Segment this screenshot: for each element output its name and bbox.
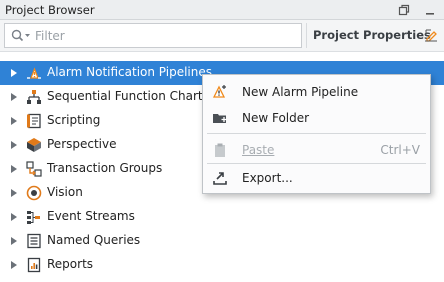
expand-chevron-icon[interactable] (10, 212, 18, 222)
tree-item-label: Transaction Groups (47, 161, 163, 175)
sfc-icon (27, 90, 41, 104)
tree-item-label: Event Streams (47, 209, 135, 223)
transaction-groups-icon (26, 161, 42, 177)
menu-item-shortcut: Ctrl+V (380, 143, 420, 157)
scripting-icon (27, 113, 41, 129)
reports-icon (27, 257, 41, 273)
menu-item-label: New Folder (242, 111, 310, 125)
tree-item-event-streams[interactable]: Event Streams (0, 205, 444, 229)
tree-item-named-queries[interactable]: Named Queries (0, 229, 444, 253)
search-icon[interactable] (11, 29, 31, 43)
tree-item-label: Named Queries (47, 233, 141, 247)
event-streams-icon (27, 211, 40, 224)
menu-separator (207, 163, 426, 164)
project-properties-label: Project Properties (313, 28, 431, 42)
vision-icon (26, 185, 42, 201)
expand-chevron-icon[interactable] (10, 260, 18, 270)
filter-box (4, 23, 302, 48)
perspective-icon (27, 138, 41, 152)
context-menu: New Alarm Pipeline New Folder Paste Ctrl… (202, 74, 431, 194)
restore-icon[interactable] (397, 3, 411, 17)
filter-bar: Project Properties (0, 20, 444, 52)
tree-item-label: Reports (47, 257, 94, 271)
expand-chevron-icon[interactable] (10, 164, 18, 174)
tree-item-label: Alarm Notification Pipelines (47, 65, 213, 79)
paste-icon (215, 143, 225, 157)
expand-chevron-icon[interactable] (10, 116, 18, 126)
menu-item-new-folder[interactable]: New Folder (203, 105, 430, 131)
named-queries-icon (27, 233, 41, 249)
menu-item-new-alarm-pipeline[interactable]: New Alarm Pipeline (203, 79, 430, 105)
new-folder-icon (213, 114, 227, 123)
expand-chevron-icon[interactable] (10, 68, 18, 78)
tree-item-label: Scripting (47, 113, 101, 127)
minimize-icon[interactable] (423, 3, 437, 17)
alarm-pipeline-icon (27, 67, 41, 79)
project-properties-button[interactable]: Project Properties (306, 23, 440, 48)
expand-chevron-icon[interactable] (10, 140, 18, 150)
tree-item-label: Sequential Function Charts (47, 89, 209, 103)
menu-separator (207, 133, 426, 134)
menu-item-export[interactable]: Export... (203, 165, 430, 191)
menu-item-paste[interactable]: Paste Ctrl+V (203, 137, 430, 163)
tree-item-label: Vision (47, 185, 83, 199)
panel-title-bar: Project Browser (0, 0, 444, 20)
menu-item-label: Export... (242, 171, 293, 185)
menu-item-label: Paste (242, 143, 275, 157)
properties-edit-icon (425, 29, 437, 42)
expand-chevron-icon[interactable] (10, 236, 18, 246)
expand-chevron-icon[interactable] (10, 188, 18, 198)
export-icon (213, 172, 227, 185)
expand-chevron-icon[interactable] (10, 92, 18, 102)
new-pipeline-icon (212, 85, 226, 98)
menu-item-label: New Alarm Pipeline (242, 85, 359, 99)
filter-input[interactable] (35, 27, 295, 44)
panel-title: Project Browser (5, 3, 95, 17)
tree-item-label: Perspective (47, 137, 117, 151)
tree-item-reports[interactable]: Reports (0, 253, 444, 277)
